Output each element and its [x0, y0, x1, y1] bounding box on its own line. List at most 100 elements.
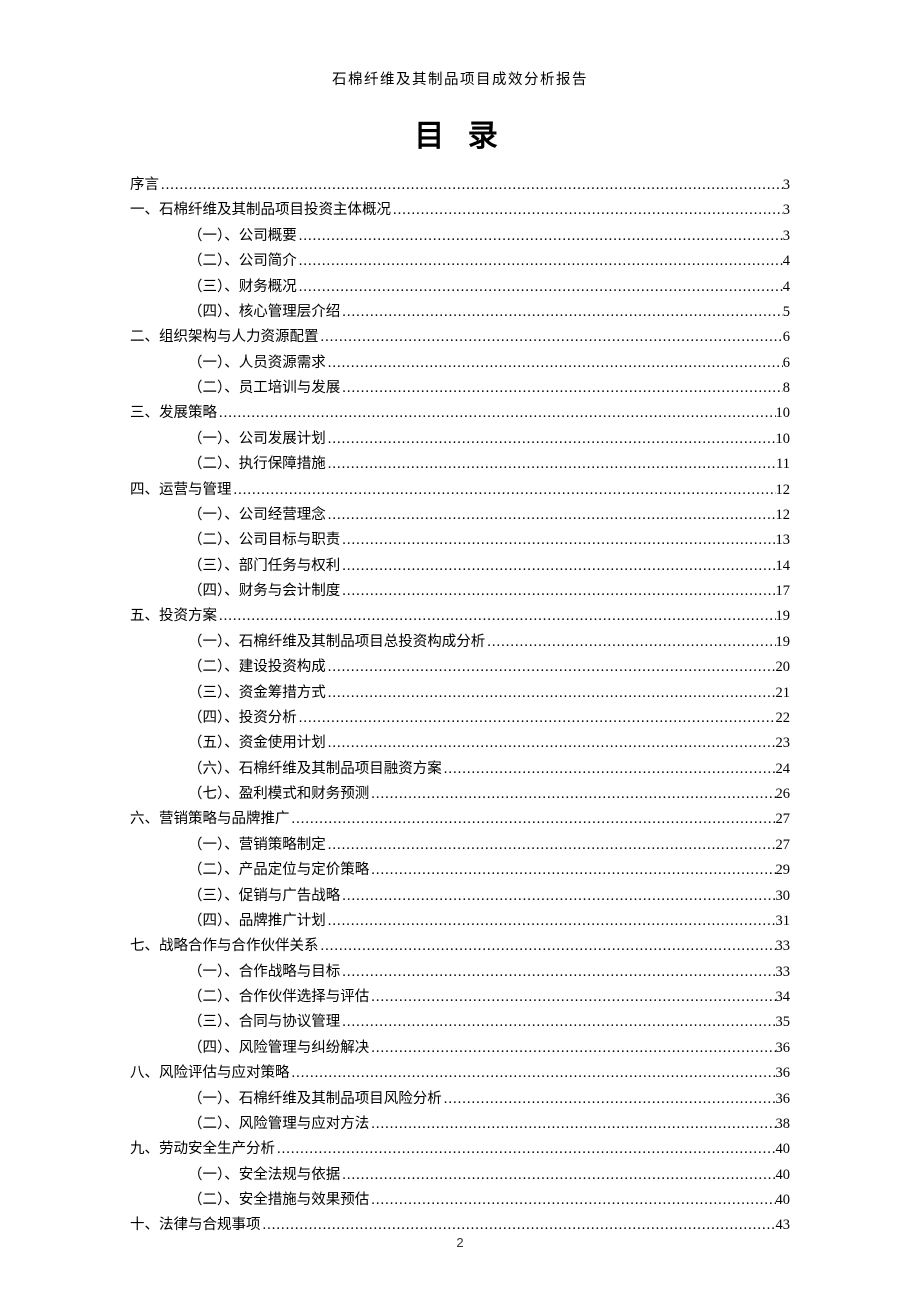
toc-leader-dots: [340, 376, 783, 401]
toc-entry[interactable]: （一）、安全法规与依据40: [130, 1163, 790, 1188]
toc-entry-page: 24: [776, 757, 791, 782]
toc-entry-label: 八、风险评估与应对策略: [130, 1061, 290, 1086]
toc-entry[interactable]: （一）、人员资源需求6: [130, 351, 790, 376]
toc-entry-page: 14: [776, 554, 791, 579]
toc-entry-page: 5: [783, 300, 790, 325]
toc-entry-label: （二）、员工培训与发展: [188, 376, 340, 401]
toc-entry-page: 40: [776, 1188, 791, 1213]
toc-entry-label: （一）、公司经营理念: [188, 503, 326, 528]
toc-leader-dots: [319, 325, 783, 350]
toc-entry[interactable]: （一）、公司概要3: [130, 224, 790, 249]
toc-entry-label: （一）、人员资源需求: [188, 351, 326, 376]
toc-entry-label: 一、石棉纤维及其制品项目投资主体概况: [130, 198, 391, 223]
toc-entry[interactable]: （三）、合同与协议管理35: [130, 1010, 790, 1035]
toc-entry[interactable]: （二）、执行保障措施11: [130, 452, 790, 477]
toc-entry-label: 六、营销策略与品牌推广: [130, 807, 290, 832]
toc-entry[interactable]: （四）、品牌推广计划31: [130, 909, 790, 934]
toc-leader-dots: [326, 909, 776, 934]
toc-entry[interactable]: （二）、建设投资构成20: [130, 655, 790, 680]
toc-entry-label: （四）、核心管理层介绍: [188, 300, 340, 325]
toc-leader-dots: [326, 503, 776, 528]
toc-entry[interactable]: （七）、盈利模式和财务预测26: [130, 782, 790, 807]
toc-entry-label: 五、投资方案: [130, 604, 217, 629]
toc-entry[interactable]: （三）、部门任务与权利14: [130, 554, 790, 579]
toc-entry[interactable]: （三）、财务概况4: [130, 275, 790, 300]
toc-entry[interactable]: （一）、石棉纤维及其制品项目风险分析36: [130, 1087, 790, 1112]
toc-entry[interactable]: （三）、资金筹措方式21: [130, 681, 790, 706]
toc-entry-page: 35: [776, 1010, 791, 1035]
toc-entry[interactable]: （二）、风险管理与应对方法38: [130, 1112, 790, 1137]
toc-leader-dots: [290, 807, 776, 832]
toc-entry[interactable]: （二）、员工培训与发展8: [130, 376, 790, 401]
toc-leader-dots: [442, 1087, 776, 1112]
toc-leader-dots: [326, 452, 776, 477]
toc-leader-dots: [275, 1137, 776, 1162]
toc-leader-dots: [217, 604, 776, 629]
toc-entry[interactable]: （一）、合作战略与目标33: [130, 960, 790, 985]
toc-entry-label: （七）、盈利模式和财务预测: [188, 782, 369, 807]
toc-leader-dots: [340, 960, 775, 985]
toc-entry-label: （二）、产品定位与定价策略: [188, 858, 369, 883]
toc-entry-label: （二）、建设投资构成: [188, 655, 326, 680]
toc-entry-label: （二）、执行保障措施: [188, 452, 326, 477]
toc-list: 序言3一、石棉纤维及其制品项目投资主体概况3（一）、公司概要3（二）、公司简介4…: [130, 173, 790, 1239]
toc-entry-label: 九、劳动安全生产分析: [130, 1137, 275, 1162]
toc-entry[interactable]: （二）、公司简介4: [130, 249, 790, 274]
toc-entry-page: 10: [776, 427, 791, 452]
toc-entry-label: （三）、资金筹措方式: [188, 681, 326, 706]
toc-entry-page: 31: [776, 909, 791, 934]
toc-leader-dots: [340, 579, 775, 604]
toc-entry[interactable]: （二）、产品定位与定价策略29: [130, 858, 790, 883]
toc-leader-dots: [326, 681, 776, 706]
toc-entry[interactable]: 八、风险评估与应对策略36: [130, 1061, 790, 1086]
toc-entry[interactable]: 四、运营与管理12: [130, 478, 790, 503]
toc-leader-dots: [319, 934, 776, 959]
toc-entry[interactable]: （四）、核心管理层介绍 5: [130, 300, 790, 325]
toc-entry[interactable]: （一）、营销策略制定27: [130, 833, 790, 858]
document-header: 石棉纤维及其制品项目成效分析报告: [130, 68, 790, 89]
toc-entry[interactable]: （二）、合作伙伴选择与评估34: [130, 985, 790, 1010]
toc-entry-label: （一）、石棉纤维及其制品项目总投资构成分析: [188, 630, 485, 655]
toc-entry-label: （三）、财务概况: [188, 275, 297, 300]
toc-entry-label: 四、运营与管理: [130, 478, 232, 503]
toc-leader-dots: [159, 173, 783, 198]
toc-entry-page: 23: [776, 731, 791, 756]
toc-entry-label: （二）、风险管理与应对方法: [188, 1112, 369, 1137]
toc-entry-label: 三、发展策略: [130, 401, 217, 426]
toc-leader-dots: [326, 427, 776, 452]
toc-entry[interactable]: 三、发展策略 10: [130, 401, 790, 426]
toc-entry-label: （一）、石棉纤维及其制品项目风险分析: [188, 1087, 442, 1112]
toc-entry[interactable]: （四）、风险管理与纠纷解决36: [130, 1036, 790, 1061]
toc-entry[interactable]: 序言3: [130, 173, 790, 198]
toc-entry[interactable]: 一、石棉纤维及其制品项目投资主体概况3: [130, 198, 790, 223]
toc-entry[interactable]: （三）、促销与广告战略30: [130, 884, 790, 909]
toc-leader-dots: [369, 858, 775, 883]
toc-entry[interactable]: （四）、财务与会计制度17: [130, 579, 790, 604]
toc-entry[interactable]: （一）、石棉纤维及其制品项目总投资构成分析19: [130, 630, 790, 655]
toc-entry[interactable]: （六）、石棉纤维及其制品项目融资方案24: [130, 757, 790, 782]
toc-entry-label: （二）、公司简介: [188, 249, 297, 274]
toc-entry[interactable]: （二）、公司目标与职责13: [130, 528, 790, 553]
toc-leader-dots: [485, 630, 775, 655]
toc-leader-dots: [369, 782, 775, 807]
toc-entry[interactable]: （四）、投资分析22: [130, 706, 790, 731]
toc-entry-label: （五）、资金使用计划: [188, 731, 326, 756]
toc-leader-dots: [442, 757, 776, 782]
toc-entry[interactable]: （五）、资金使用计划 23: [130, 731, 790, 756]
toc-entry[interactable]: 五、投资方案19: [130, 604, 790, 629]
toc-leader-dots: [217, 401, 776, 426]
toc-entry[interactable]: 九、劳动安全生产分析40: [130, 1137, 790, 1162]
toc-leader-dots: [340, 1010, 775, 1035]
toc-title: 目 录: [130, 111, 790, 155]
toc-entry[interactable]: （一）、公司经营理念12: [130, 503, 790, 528]
toc-entry-page: 10: [776, 401, 791, 426]
toc-entry-label: （三）、促销与广告战略: [188, 884, 340, 909]
toc-leader-dots: [340, 300, 783, 325]
toc-entry-page: 40: [776, 1163, 791, 1188]
toc-entry[interactable]: 六、营销策略与品牌推广27: [130, 807, 790, 832]
toc-entry[interactable]: 七、战略合作与合作伙伴关系33: [130, 934, 790, 959]
toc-entry-label: 二、组织架构与人力资源配置: [130, 325, 319, 350]
toc-entry[interactable]: （二）、安全措施与效果预估40: [130, 1188, 790, 1213]
toc-entry[interactable]: 二、组织架构与人力资源配置6: [130, 325, 790, 350]
toc-entry[interactable]: （一）、公司发展计划10: [130, 427, 790, 452]
